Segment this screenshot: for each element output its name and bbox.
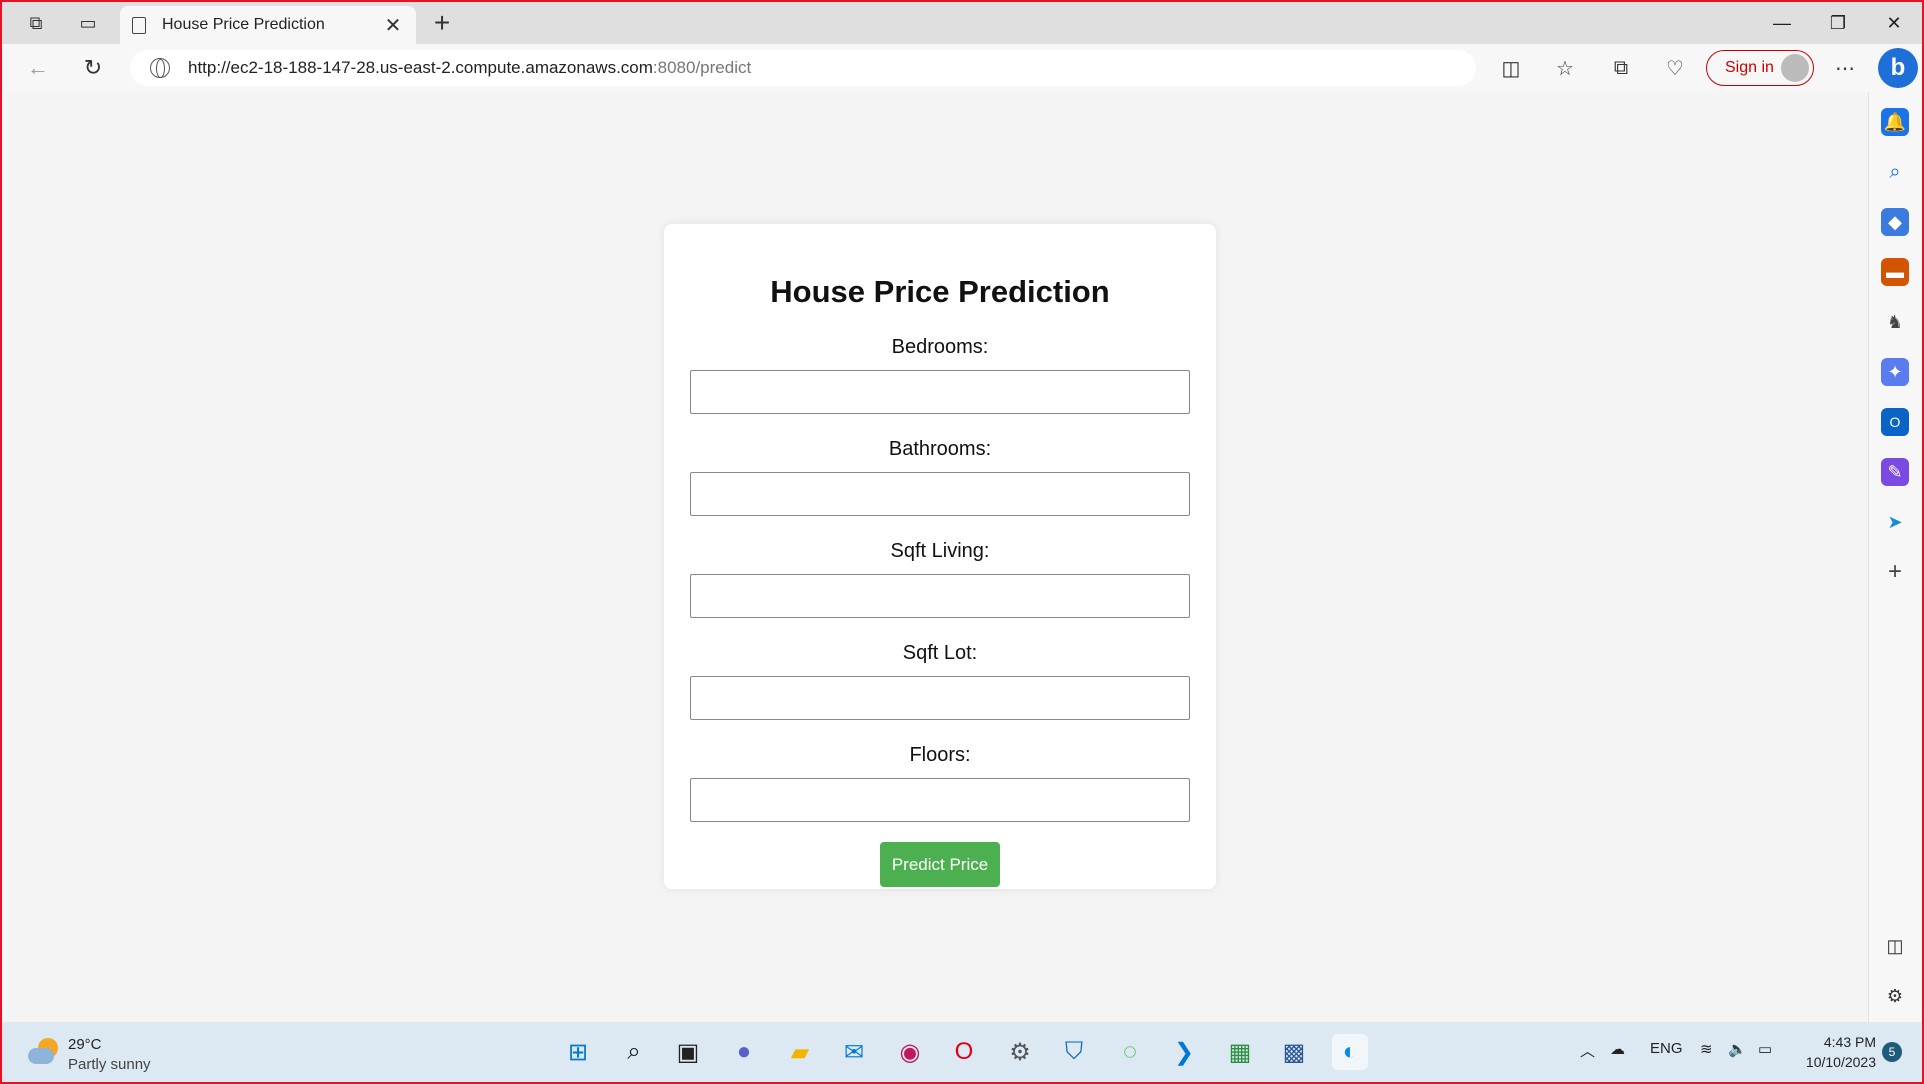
teams-chat-icon[interactable]: ● <box>726 1034 762 1070</box>
copilot-icon[interactable]: ✦ <box>1881 358 1909 386</box>
sqft-living-label: Sqft Living: <box>890 540 990 562</box>
page-icon <box>132 16 146 34</box>
date: 10/10/2023 <box>1805 1054 1876 1070</box>
sqft-lot-input[interactable] <box>690 676 1190 720</box>
new-tab-button[interactable]: + <box>426 8 458 38</box>
task-view-icon[interactable]: ▣ <box>670 1034 706 1070</box>
language-indicator[interactable]: ENG <box>1650 1040 1683 1057</box>
network-tool-icon[interactable]: ▦ <box>1222 1034 1258 1070</box>
address-toolbar: ← ↻ http://ec2-18-188-147-28.us-east-2.c… <box>2 44 1922 92</box>
tag-icon[interactable]: ◆ <box>1881 208 1909 236</box>
sign-in-button[interactable]: Sign in <box>1706 50 1814 86</box>
start-icon[interactable]: ⊞ <box>560 1034 596 1070</box>
close-tab-icon[interactable]: ✕ <box>382 13 404 38</box>
defender-icon[interactable]: ⛉ <box>1056 1034 1092 1070</box>
taskbar: 29°C Partly sunny ⊞ ⌕ ▣ ● ▰ ✉ ◉ O ⚙ ⛉ ◌ … <box>2 1022 1922 1082</box>
search-icon[interactable]: ⌕ <box>1881 158 1909 186</box>
favorites-icon[interactable]: ☆ <box>1550 54 1580 82</box>
vivaldi-icon[interactable]: ◉ <box>892 1034 928 1070</box>
notification-badge[interactable]: 5 <box>1882 1042 1902 1062</box>
edge-sidebar: 🔔 ⌕ ◆ ▬ ♞ ✦ O ✎ ➤ + ◫ ⚙ <box>1868 92 1922 1022</box>
split-screen-icon[interactable]: ◫ <box>1496 54 1526 82</box>
toolbox-icon[interactable]: ▬ <box>1881 258 1909 286</box>
file-explorer-icon[interactable]: ▰ <box>782 1034 818 1070</box>
bedrooms-input[interactable] <box>690 370 1190 414</box>
refresh-app-icon[interactable]: ◌ <box>1112 1034 1148 1070</box>
floors-input[interactable] <box>690 778 1190 822</box>
search-taskbar-icon[interactable]: ⌕ <box>616 1034 652 1070</box>
temperature[interactable]: 29°C <box>68 1036 102 1053</box>
tab-house-price-prediction[interactable]: House Price Prediction ✕ <box>120 6 416 44</box>
globe-icon <box>150 58 170 78</box>
restore-icon[interactable]: ❐ <box>1810 2 1866 44</box>
clock[interactable]: 4:43 PM 10/10/2023 <box>1798 1032 1876 1072</box>
volume-icon[interactable]: 🔈 <box>1728 1040 1747 1058</box>
settings-icon[interactable]: ⚙ <box>1881 982 1909 1010</box>
designer-icon[interactable]: ✎ <box>1881 458 1909 486</box>
tab-actions-icon[interactable]: ▭ <box>72 9 104 37</box>
show-hidden-icons-icon[interactable]: ︿ <box>1580 1040 1595 1061</box>
outlook-icon[interactable]: O <box>1881 408 1909 436</box>
wifi-icon[interactable]: ≋ <box>1700 1040 1713 1058</box>
avatar <box>1781 54 1809 82</box>
page-content: House Price Prediction Bedrooms: Bathroo… <box>6 92 1868 1022</box>
bell-icon[interactable]: 🔔 <box>1881 108 1909 136</box>
tab-bar: ⧉ ▭ House Price Prediction ✕ + — ❐ ✕ <box>2 2 1922 44</box>
split-view-icon[interactable]: ◫ <box>1881 932 1909 960</box>
more-options-icon[interactable]: ⋯ <box>1830 54 1860 82</box>
bathrooms-input[interactable] <box>690 472 1190 516</box>
onedrive-error-icon[interactable]: ☁ <box>1610 1040 1625 1058</box>
browser-window: ⧉ ▭ House Price Prediction ✕ + — ❐ ✕ ← ↻… <box>0 0 1924 1084</box>
bing-copilot-icon[interactable]: b <box>1878 48 1918 88</box>
workspaces-icon[interactable]: ⧉ <box>20 9 52 37</box>
browser-essentials-icon[interactable]: ♡ <box>1660 54 1690 82</box>
close-window-icon[interactable]: ✕ <box>1866 2 1922 44</box>
address-bar[interactable]: http://ec2-18-188-147-28.us-east-2.compu… <box>130 50 1476 86</box>
sqft-lot-label: Sqft Lot: <box>902 642 978 664</box>
sign-in-label: Sign in <box>1725 59 1774 76</box>
plus-icon[interactable]: + <box>1881 558 1909 586</box>
back-icon[interactable]: ← <box>22 53 54 83</box>
send-icon[interactable]: ➤ <box>1881 508 1909 536</box>
weather-condition[interactable]: Partly sunny <box>68 1056 151 1073</box>
time: 4:43 PM <box>1823 1034 1876 1050</box>
page-title: House Price Prediction <box>770 274 1110 309</box>
minimize-icon[interactable]: — <box>1754 2 1810 44</box>
remote-desktop-icon[interactable]: ▩ <box>1276 1034 1312 1070</box>
prediction-form-card: House Price Prediction Bedrooms: Bathroo… <box>664 224 1216 889</box>
predict-price-button[interactable]: Predict Price <box>880 842 1000 887</box>
sqft-living-input[interactable] <box>690 574 1190 618</box>
tab-title: House Price Prediction <box>162 16 325 33</box>
battery-icon[interactable]: ▭ <box>1758 1040 1772 1058</box>
url-text: http://ec2-18-188-147-28.us-east-2.compu… <box>188 58 752 77</box>
refresh-icon[interactable]: ↻ <box>77 53 109 83</box>
opera-icon[interactable]: O <box>946 1034 982 1070</box>
vscode-icon[interactable]: ❯ <box>1166 1034 1202 1070</box>
collections-icon[interactable]: ⧉ <box>1606 54 1636 82</box>
chess-icon[interactable]: ♞ <box>1881 308 1909 336</box>
bedrooms-label: Bedrooms: <box>891 336 989 358</box>
bathrooms-label: Bathrooms: <box>888 438 992 460</box>
mail-icon[interactable]: ✉ <box>836 1034 872 1070</box>
edge-icon[interactable]: ◐ <box>1332 1034 1368 1070</box>
weather-icon[interactable] <box>28 1038 58 1066</box>
settings-app-icon[interactable]: ⚙ <box>1002 1034 1038 1070</box>
floors-label: Floors: <box>909 744 971 766</box>
